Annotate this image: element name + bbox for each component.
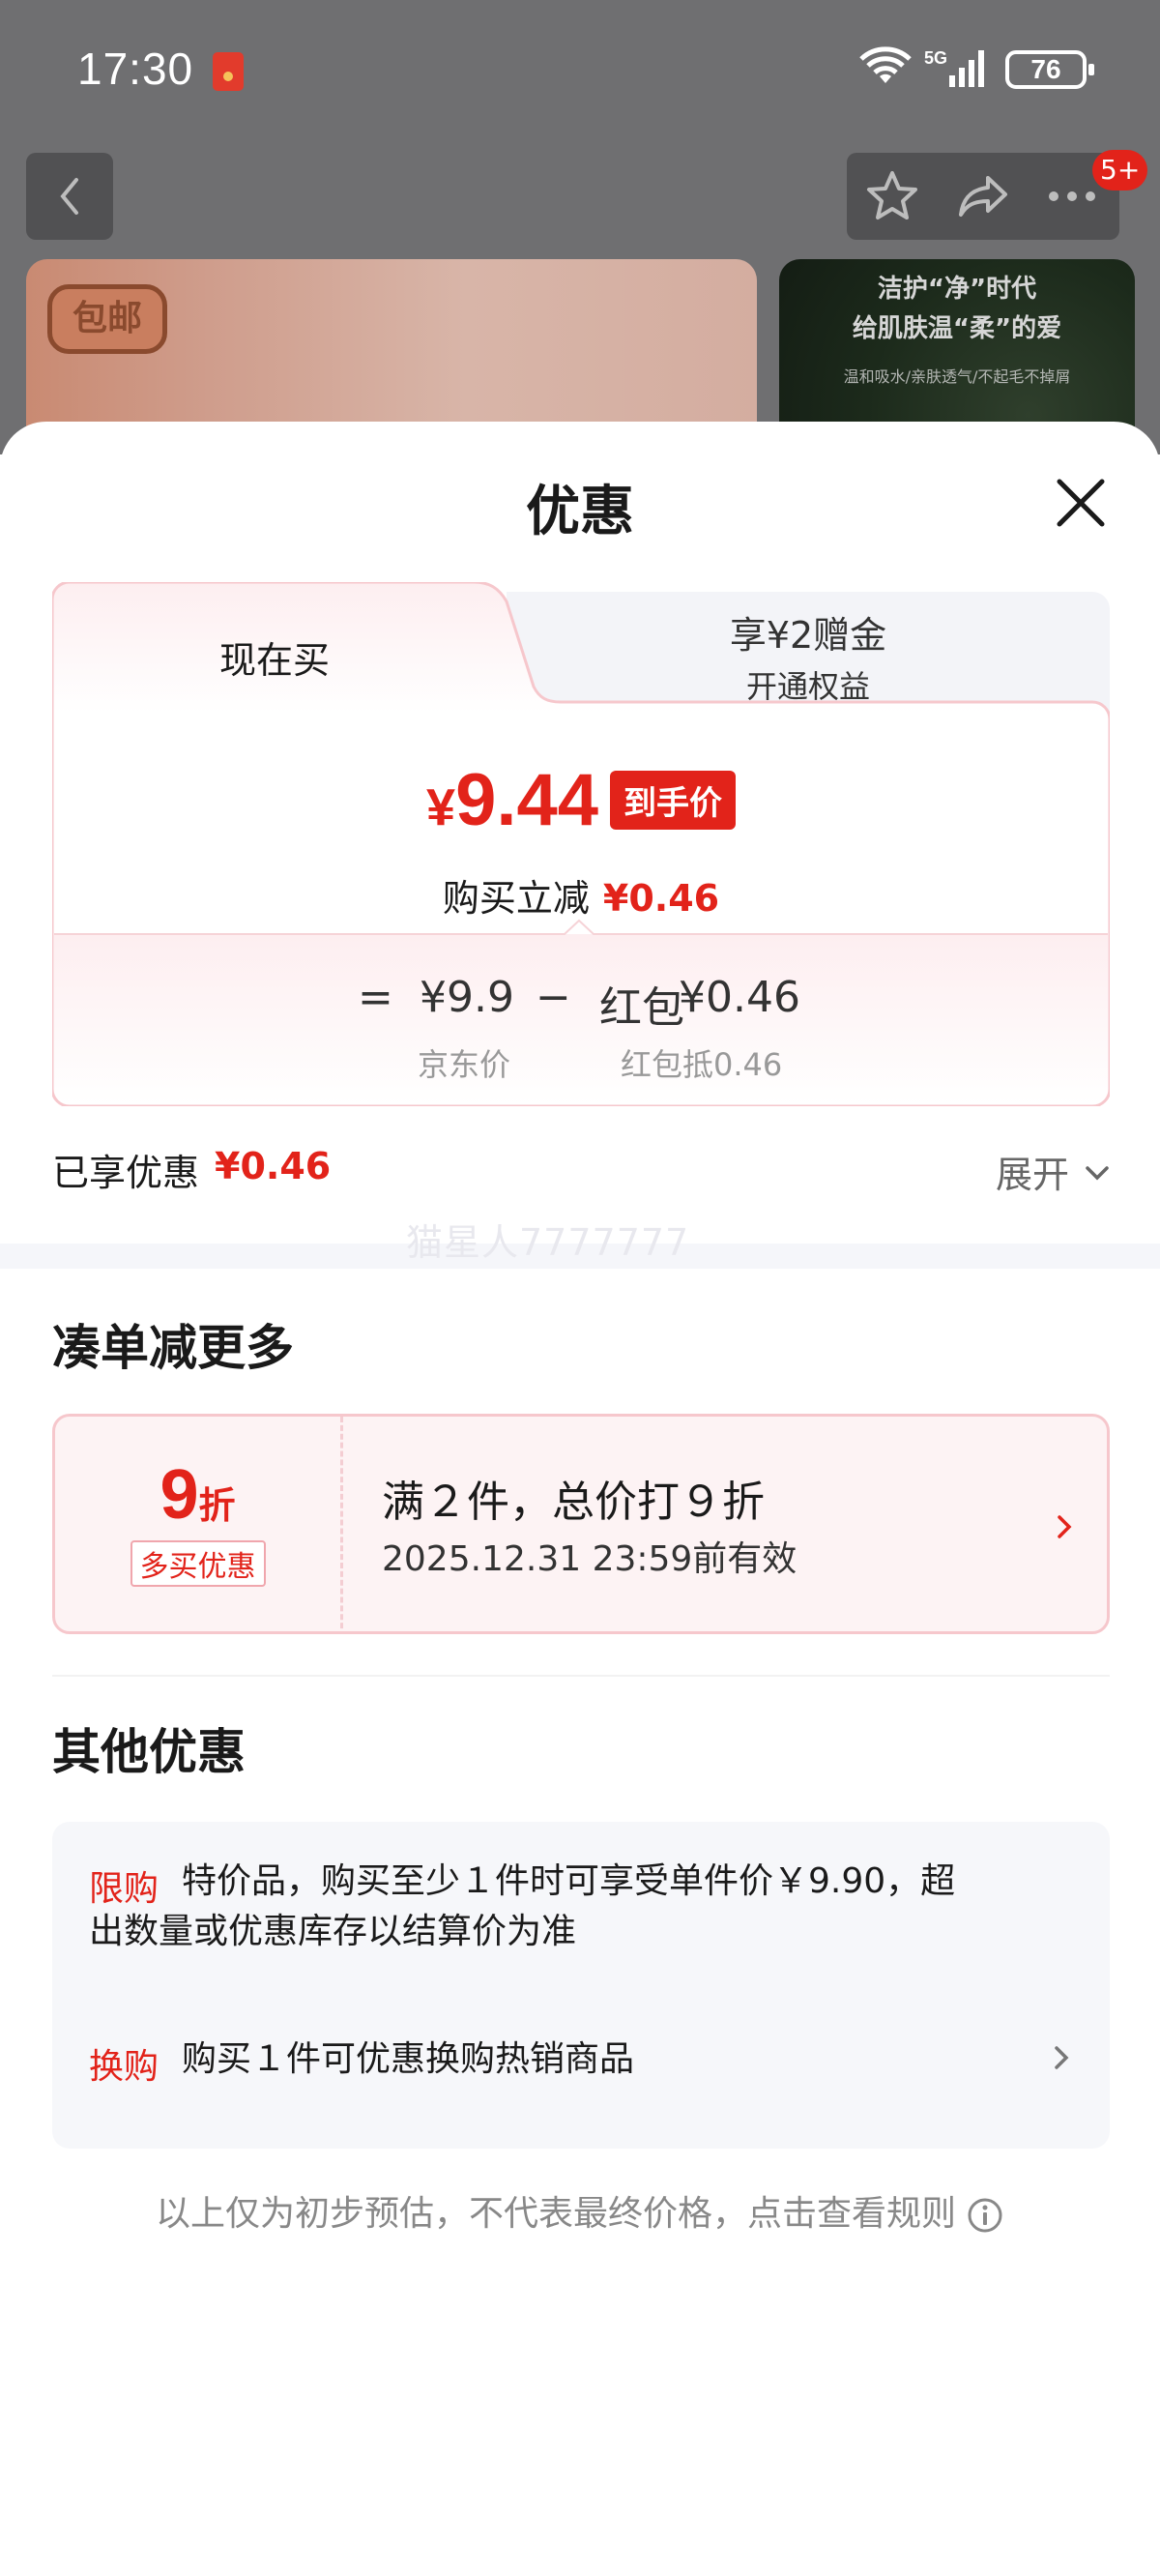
- formula-minus: −: [536, 973, 571, 1022]
- expand-button[interactable]: 展开: [996, 1145, 1069, 1198]
- svg-text:5G: 5G: [924, 48, 947, 68]
- coupon-title: 满２件，总价打９折: [382, 1478, 765, 1527]
- wifi-icon: [859, 46, 912, 83]
- free-shipping-badge: 包邮: [47, 284, 167, 354]
- formula-deduct-caption: 红包抵0.46: [621, 1046, 783, 1083]
- final-price-row: ¥9.44 到手价: [52, 758, 1110, 842]
- battery-icon: 76: [1005, 50, 1094, 89]
- nav-actions-group: [847, 153, 1119, 240]
- final-price: ¥9.44: [426, 758, 598, 842]
- hero-caption-line1: 洁护“净”时代: [877, 275, 1037, 304]
- price-rules-text: 以上仅为初步预估，不代表最终价格，点击查看规则: [155, 2194, 956, 2234]
- purchase-limit-text-line1: 特价品，购买至少１件时可享受单件价￥9.90，超: [182, 1861, 956, 1901]
- coupon-discount-unit: 折: [198, 1484, 236, 1527]
- enjoyed-discount-label: 已享优惠: [52, 1152, 200, 1194]
- section-divider: [52, 1675, 1110, 1677]
- purchase-limit-text-line2: 出数量或优惠库存以结算价为准: [89, 1912, 577, 1951]
- sheet-title: 优惠: [526, 481, 634, 543]
- list-item-trade-in[interactable]: 换购 购买１件可优惠换购热销商品: [52, 2013, 1110, 2100]
- purchase-limit-tag: 限购: [89, 1869, 160, 1909]
- reduction-label: 购买立减: [442, 877, 590, 920]
- hero-caption-line3: 温和吸水/亲肤透气/不起毛不掉屑: [843, 367, 1071, 386]
- price-rules-note[interactable]: 以上仅为初步预估，不代表最终价格，点击查看规则: [0, 2185, 1160, 2236]
- message-count-badge: 5+: [1092, 150, 1148, 190]
- back-button[interactable]: [26, 153, 113, 240]
- share-icon[interactable]: [955, 168, 1011, 224]
- enjoyed-discount-value: ¥0.46: [215, 1145, 332, 1187]
- discount-sheet: 优惠 享¥2赠金 开通权益 现在买 ¥9.44 到手价 购买立减 ¥0.46 =…: [0, 422, 1160, 2576]
- formula-base-caption: 京东价: [418, 1046, 511, 1083]
- info-icon[interactable]: [966, 2196, 1004, 2235]
- close-icon[interactable]: [1052, 474, 1110, 532]
- status-bar: 17:30 5G 76: [0, 0, 1160, 135]
- instant-reduction-row: 购买立减 ¥0.46: [52, 868, 1110, 922]
- trade-in-text: 购买１件可优惠换购热销商品: [182, 2039, 635, 2079]
- trade-in-tag: 换购: [89, 2047, 160, 2087]
- formula-deduct-label: 红包: [599, 983, 684, 1033]
- formula-equals: =: [358, 973, 393, 1022]
- background-page: 17:30 5G 76 5+ 包邮 洁护“净”时代 给肌肤温“柔”的爱 温和吸水…: [0, 0, 1160, 454]
- chevron-right-icon[interactable]: [1048, 2038, 1077, 2077]
- price-formula: = ¥9.9 − 红包 ¥0.46: [52, 973, 1110, 1033]
- other-discounts-box: 限购 特价品，购买至少１件时可享受单件价￥9.90，超 出数量或优惠库存以结算价…: [52, 1822, 1110, 2149]
- price-tabs-card: 享¥2赠金 开通权益 现在买 ¥9.44 到手价 购买立减 ¥0.46 = ¥9…: [52, 582, 1110, 1106]
- user-watermark: 猫星人7777777: [406, 1221, 690, 1264]
- star-icon[interactable]: [864, 168, 920, 224]
- coupon-validity: 2025.12.31 23:59前有效: [382, 1539, 798, 1579]
- formula-base-price: ¥9.9: [420, 973, 514, 1022]
- coupon-type-tag: 多买优惠: [130, 1540, 266, 1587]
- chevron-down-icon[interactable]: [1083, 1158, 1112, 1187]
- status-time: 17:30: [77, 44, 194, 94]
- reduction-value: ¥0.46: [602, 877, 720, 920]
- hero-caption-line2: 给肌肤温“柔”的爱: [852, 314, 1062, 343]
- chevron-left-icon: [60, 178, 78, 215]
- red-packet-notification-icon: [213, 52, 244, 91]
- final-price-value: 9.44: [455, 759, 598, 841]
- final-price-tag: 到手价: [609, 771, 736, 830]
- bulk-discount-coupon[interactable]: 9折 多买优惠 满２件，总价打９折 2025.12.31 23:59前有效: [52, 1414, 1110, 1634]
- tab-buy-now[interactable]: 现在买: [52, 630, 497, 684]
- coupon-discount-number: 9: [160, 1456, 199, 1534]
- more-icon[interactable]: [1044, 168, 1100, 224]
- chevron-right-icon: [1058, 1515, 1072, 1538]
- other-discounts-title: 其他优惠: [52, 1724, 246, 1780]
- cellular-signal-icon: 5G: [924, 48, 984, 87]
- coupon-discount: 9折: [55, 1455, 340, 1535]
- more-discounts-title: 凑单减更多: [52, 1320, 294, 1376]
- coupon-discount-block: 9折 多买优惠: [55, 1417, 343, 1631]
- formula-deduct-value: ¥0.46: [679, 973, 800, 1022]
- currency-symbol: ¥: [426, 778, 456, 836]
